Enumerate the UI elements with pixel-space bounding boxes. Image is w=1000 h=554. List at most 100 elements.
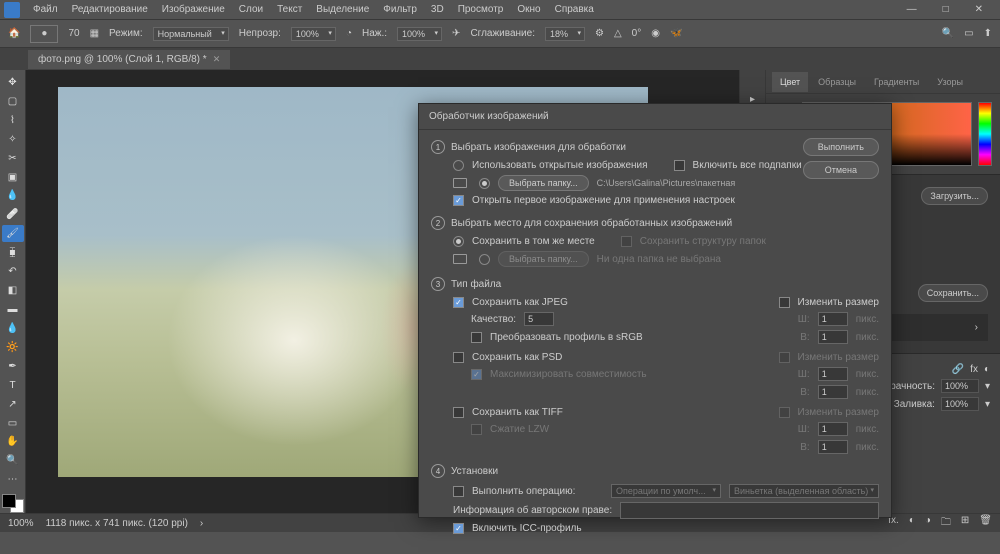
menu-file[interactable]: Файл xyxy=(26,1,65,18)
hand-tool[interactable]: ✋ xyxy=(2,434,24,451)
psd-check[interactable] xyxy=(453,352,464,363)
srgb-check[interactable] xyxy=(471,332,482,343)
blur-tool[interactable]: 💧 xyxy=(2,320,24,337)
adjust-footer-icon[interactable]: ◑ xyxy=(925,515,931,532)
symmetry-icon[interactable]: 🦋 xyxy=(670,28,682,39)
menu-help[interactable]: Справка xyxy=(548,1,601,18)
new-footer-icon[interactable]: ⊞ xyxy=(961,515,969,532)
fx-icon[interactable]: fx xyxy=(970,364,978,375)
choose-src-folder-button[interactable]: Выбрать папку... xyxy=(498,175,589,191)
home-icon[interactable]: 🏠 xyxy=(8,28,20,39)
mask-footer-icon[interactable]: ◐ xyxy=(909,515,915,532)
move-tool[interactable]: ✥ xyxy=(2,74,24,91)
lasso-tool[interactable]: ⌇ xyxy=(2,112,24,129)
tab-color[interactable]: Цвет xyxy=(772,72,808,92)
frame-tool[interactable]: ▣ xyxy=(2,169,24,186)
stamp-tool[interactable]: ⧯ xyxy=(2,244,24,261)
quality-input[interactable] xyxy=(524,312,554,326)
menu-3d[interactable]: 3D xyxy=(424,1,451,18)
mode-dropdown[interactable]: Нормальный xyxy=(153,27,229,41)
crop-tool[interactable]: ✂ xyxy=(2,150,24,167)
smooth-dropdown[interactable]: 18% xyxy=(545,27,585,41)
dodge-tool[interactable]: 🔆 xyxy=(2,339,24,356)
marquee-tool[interactable]: ▢ xyxy=(2,93,24,110)
tab-gradients[interactable]: Градиенты xyxy=(866,72,927,92)
chevron-right-icon: › xyxy=(975,322,978,333)
run-action-check[interactable] xyxy=(453,486,464,497)
menu-layer[interactable]: Слои xyxy=(232,1,270,18)
flow-dropdown[interactable]: 100% xyxy=(397,27,442,41)
menu-select[interactable]: Выделение xyxy=(309,1,376,18)
opacity-prop-input[interactable] xyxy=(941,379,979,393)
run-button[interactable]: Выполнить xyxy=(803,138,879,156)
menu-text[interactable]: Текст xyxy=(270,1,309,18)
zoom-level[interactable]: 100% xyxy=(8,518,34,529)
folder-icon xyxy=(453,178,467,188)
tab-swatches[interactable]: Образцы xyxy=(810,72,864,92)
tab-close-icon[interactable]: ✕ xyxy=(213,54,221,65)
minimize-icon[interactable]: — xyxy=(900,1,924,18)
brush-preview[interactable]: ● xyxy=(30,25,58,43)
menu-edit[interactable]: Редактирование xyxy=(65,1,155,18)
mode-label: Режим: xyxy=(109,28,143,39)
fill-prop-input[interactable] xyxy=(941,397,979,411)
eraser-tool[interactable]: ◧ xyxy=(2,282,24,299)
pen-tool[interactable]: ✒ xyxy=(2,358,24,375)
hue-slider[interactable] xyxy=(978,102,992,166)
pressure-size-icon[interactable]: ◉ xyxy=(651,28,660,39)
color-swatches[interactable] xyxy=(2,494,24,513)
share-icon[interactable]: ⬆ xyxy=(984,28,992,39)
mask-icon[interactable]: ◐ xyxy=(984,364,990,375)
open-first-check[interactable] xyxy=(453,195,464,206)
menu-window[interactable]: Окно xyxy=(510,1,547,18)
zoom-tool[interactable]: 🔍 xyxy=(2,452,24,469)
link-icon[interactable]: 🔗 xyxy=(952,364,964,375)
use-open-radio[interactable] xyxy=(453,160,464,171)
tiff-check[interactable] xyxy=(453,407,464,418)
cancel-button[interactable]: Отмена xyxy=(803,161,879,179)
choose-folder-radio[interactable] xyxy=(479,178,490,189)
wand-tool[interactable]: ✧ xyxy=(2,131,24,148)
workspace-icon[interactable]: ▭ xyxy=(964,28,973,39)
menu-view[interactable]: Просмотр xyxy=(451,1,511,18)
brush-tool[interactable]: 🖌 xyxy=(2,225,24,242)
jpeg-resize-check[interactable] xyxy=(779,297,790,308)
copyright-input[interactable] xyxy=(620,502,879,519)
angle-value[interactable]: 0° xyxy=(632,28,642,39)
menu-image[interactable]: Изображение xyxy=(155,1,232,18)
opacity-dropdown[interactable]: 100% xyxy=(291,27,336,41)
foreground-swatch[interactable] xyxy=(2,494,16,508)
folder-footer-icon[interactable]: 🗀 xyxy=(941,515,951,532)
icc-check[interactable] xyxy=(453,523,464,534)
heal-tool[interactable]: 🩹 xyxy=(2,206,24,223)
include-sub-check[interactable] xyxy=(674,160,685,171)
gear-icon[interactable]: ⚙ xyxy=(595,28,604,39)
edit-toolbar[interactable]: ⋯ xyxy=(2,471,24,488)
path-tool[interactable]: ↗ xyxy=(2,396,24,413)
menu-filter[interactable]: Фильтр xyxy=(376,1,424,18)
tab-bar: фото.png @ 100% (Слой 1, RGB/8) * ✕ xyxy=(0,48,1000,70)
shape-tool[interactable]: ▭ xyxy=(2,415,24,432)
airbrush-icon[interactable]: ✈ xyxy=(452,28,460,39)
trash-footer-icon[interactable]: 🗑 xyxy=(979,515,992,532)
maximize-icon[interactable]: □ xyxy=(936,1,956,18)
save-preset-button[interactable]: Сохранить... xyxy=(918,284,988,302)
brush-panel-icon[interactable]: ▦ xyxy=(90,28,99,39)
gradient-tool[interactable]: ▬ xyxy=(2,301,24,318)
load-button[interactable]: Загрузить... xyxy=(921,187,988,205)
tab-title: фото.png @ 100% (Слой 1, RGB/8) * xyxy=(38,54,207,65)
document-tab[interactable]: фото.png @ 100% (Слой 1, RGB/8) * ✕ xyxy=(28,50,230,69)
eyedropper-tool[interactable]: 💧 xyxy=(2,188,24,205)
tab-patterns[interactable]: Узоры xyxy=(929,72,971,92)
jpeg-check[interactable] xyxy=(453,297,464,308)
doc-dimensions[interactable]: 1118 пикс. x 741 пикс. (120 ppi) xyxy=(46,518,188,529)
smooth-label: Сглаживание: xyxy=(470,28,535,39)
same-loc-radio[interactable] xyxy=(453,236,464,247)
close-icon[interactable]: ✕ xyxy=(968,1,990,18)
history-brush-tool[interactable]: ↶ xyxy=(2,263,24,280)
search-icon[interactable]: 🔍 xyxy=(942,28,954,39)
app-logo xyxy=(4,2,20,18)
pressure-opacity-icon[interactable]: ◔ xyxy=(346,28,352,39)
choose-dest-radio[interactable] xyxy=(479,254,490,265)
type-tool[interactable]: T xyxy=(2,377,24,394)
